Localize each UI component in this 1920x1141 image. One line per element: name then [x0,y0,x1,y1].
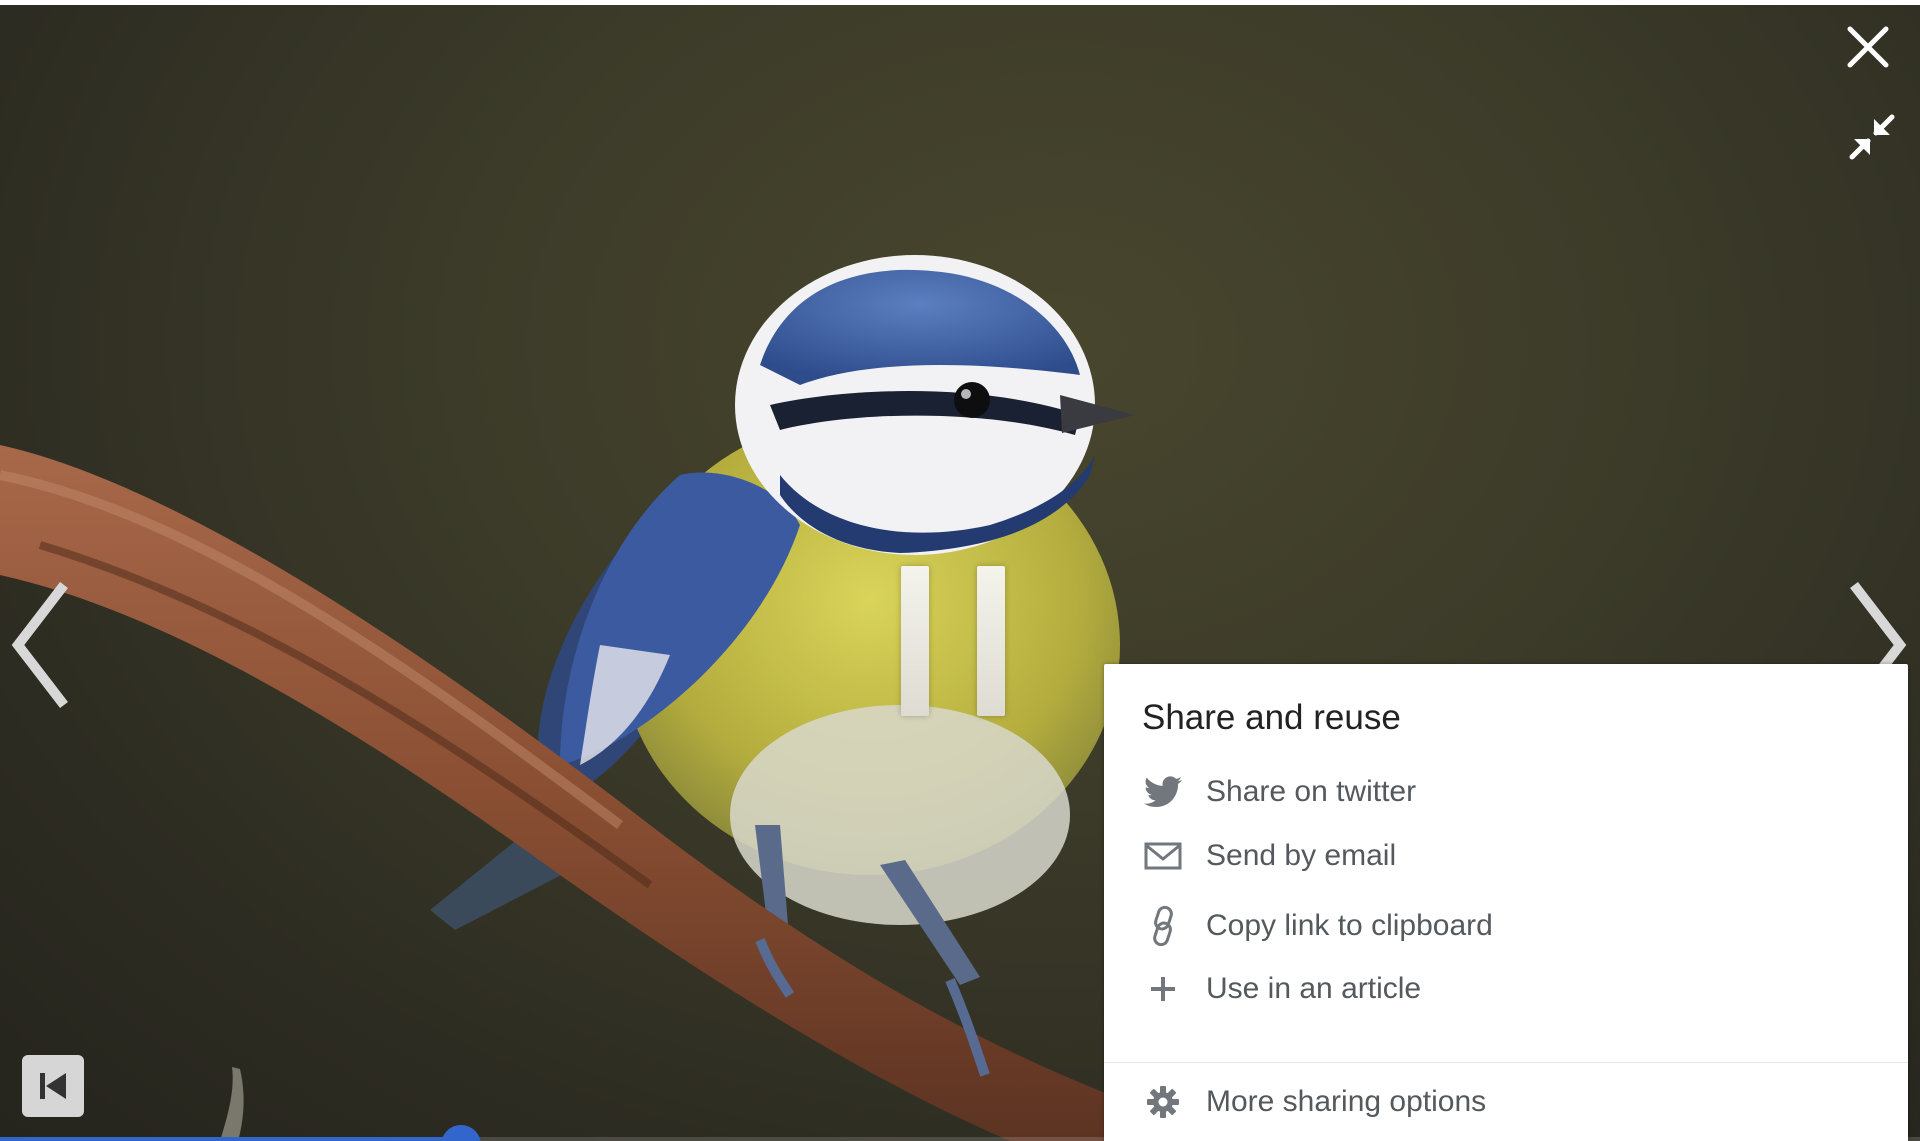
send-email-item[interactable]: Send by email [1142,830,1882,882]
share-panel: Share and reuse Share on twitter Send by… [1104,664,1908,1141]
chevron-left-icon [11,581,68,709]
send-email-label: Send by email [1206,839,1397,872]
copy-link-label: Copy link to clipboard [1206,909,1493,942]
previous-image-button[interactable] [6,575,76,715]
copy-link-item[interactable]: Copy link to clipboard [1142,900,1882,952]
more-sharing-options-label: More sharing options [1206,1085,1487,1118]
twitter-icon [1142,771,1184,813]
first-image-button[interactable] [22,1055,84,1117]
share-twitter-label: Share on twitter [1206,775,1417,808]
gear-icon [1142,1081,1184,1123]
use-in-article-item[interactable]: Use in an article [1142,963,1882,1015]
share-twitter-item[interactable]: Share on twitter [1142,766,1882,818]
exit-fullscreen-button[interactable] [1846,111,1898,163]
share-divider [1104,1062,1908,1063]
email-icon [1142,835,1184,877]
use-in-article-label: Use in an article [1206,972,1422,1005]
close-icon [1847,26,1889,68]
link-icon [1142,905,1184,947]
share-panel-title: Share and reuse [1142,698,1401,737]
plus-icon [1142,968,1184,1010]
pause-slideshow-button[interactable] [895,560,1020,730]
close-button[interactable] [1842,21,1894,73]
collapse-icon [1849,114,1895,160]
skip-to-first-icon [40,1073,66,1099]
more-sharing-options-item[interactable]: More sharing options [1142,1076,1882,1128]
progress-fill [0,1137,461,1141]
